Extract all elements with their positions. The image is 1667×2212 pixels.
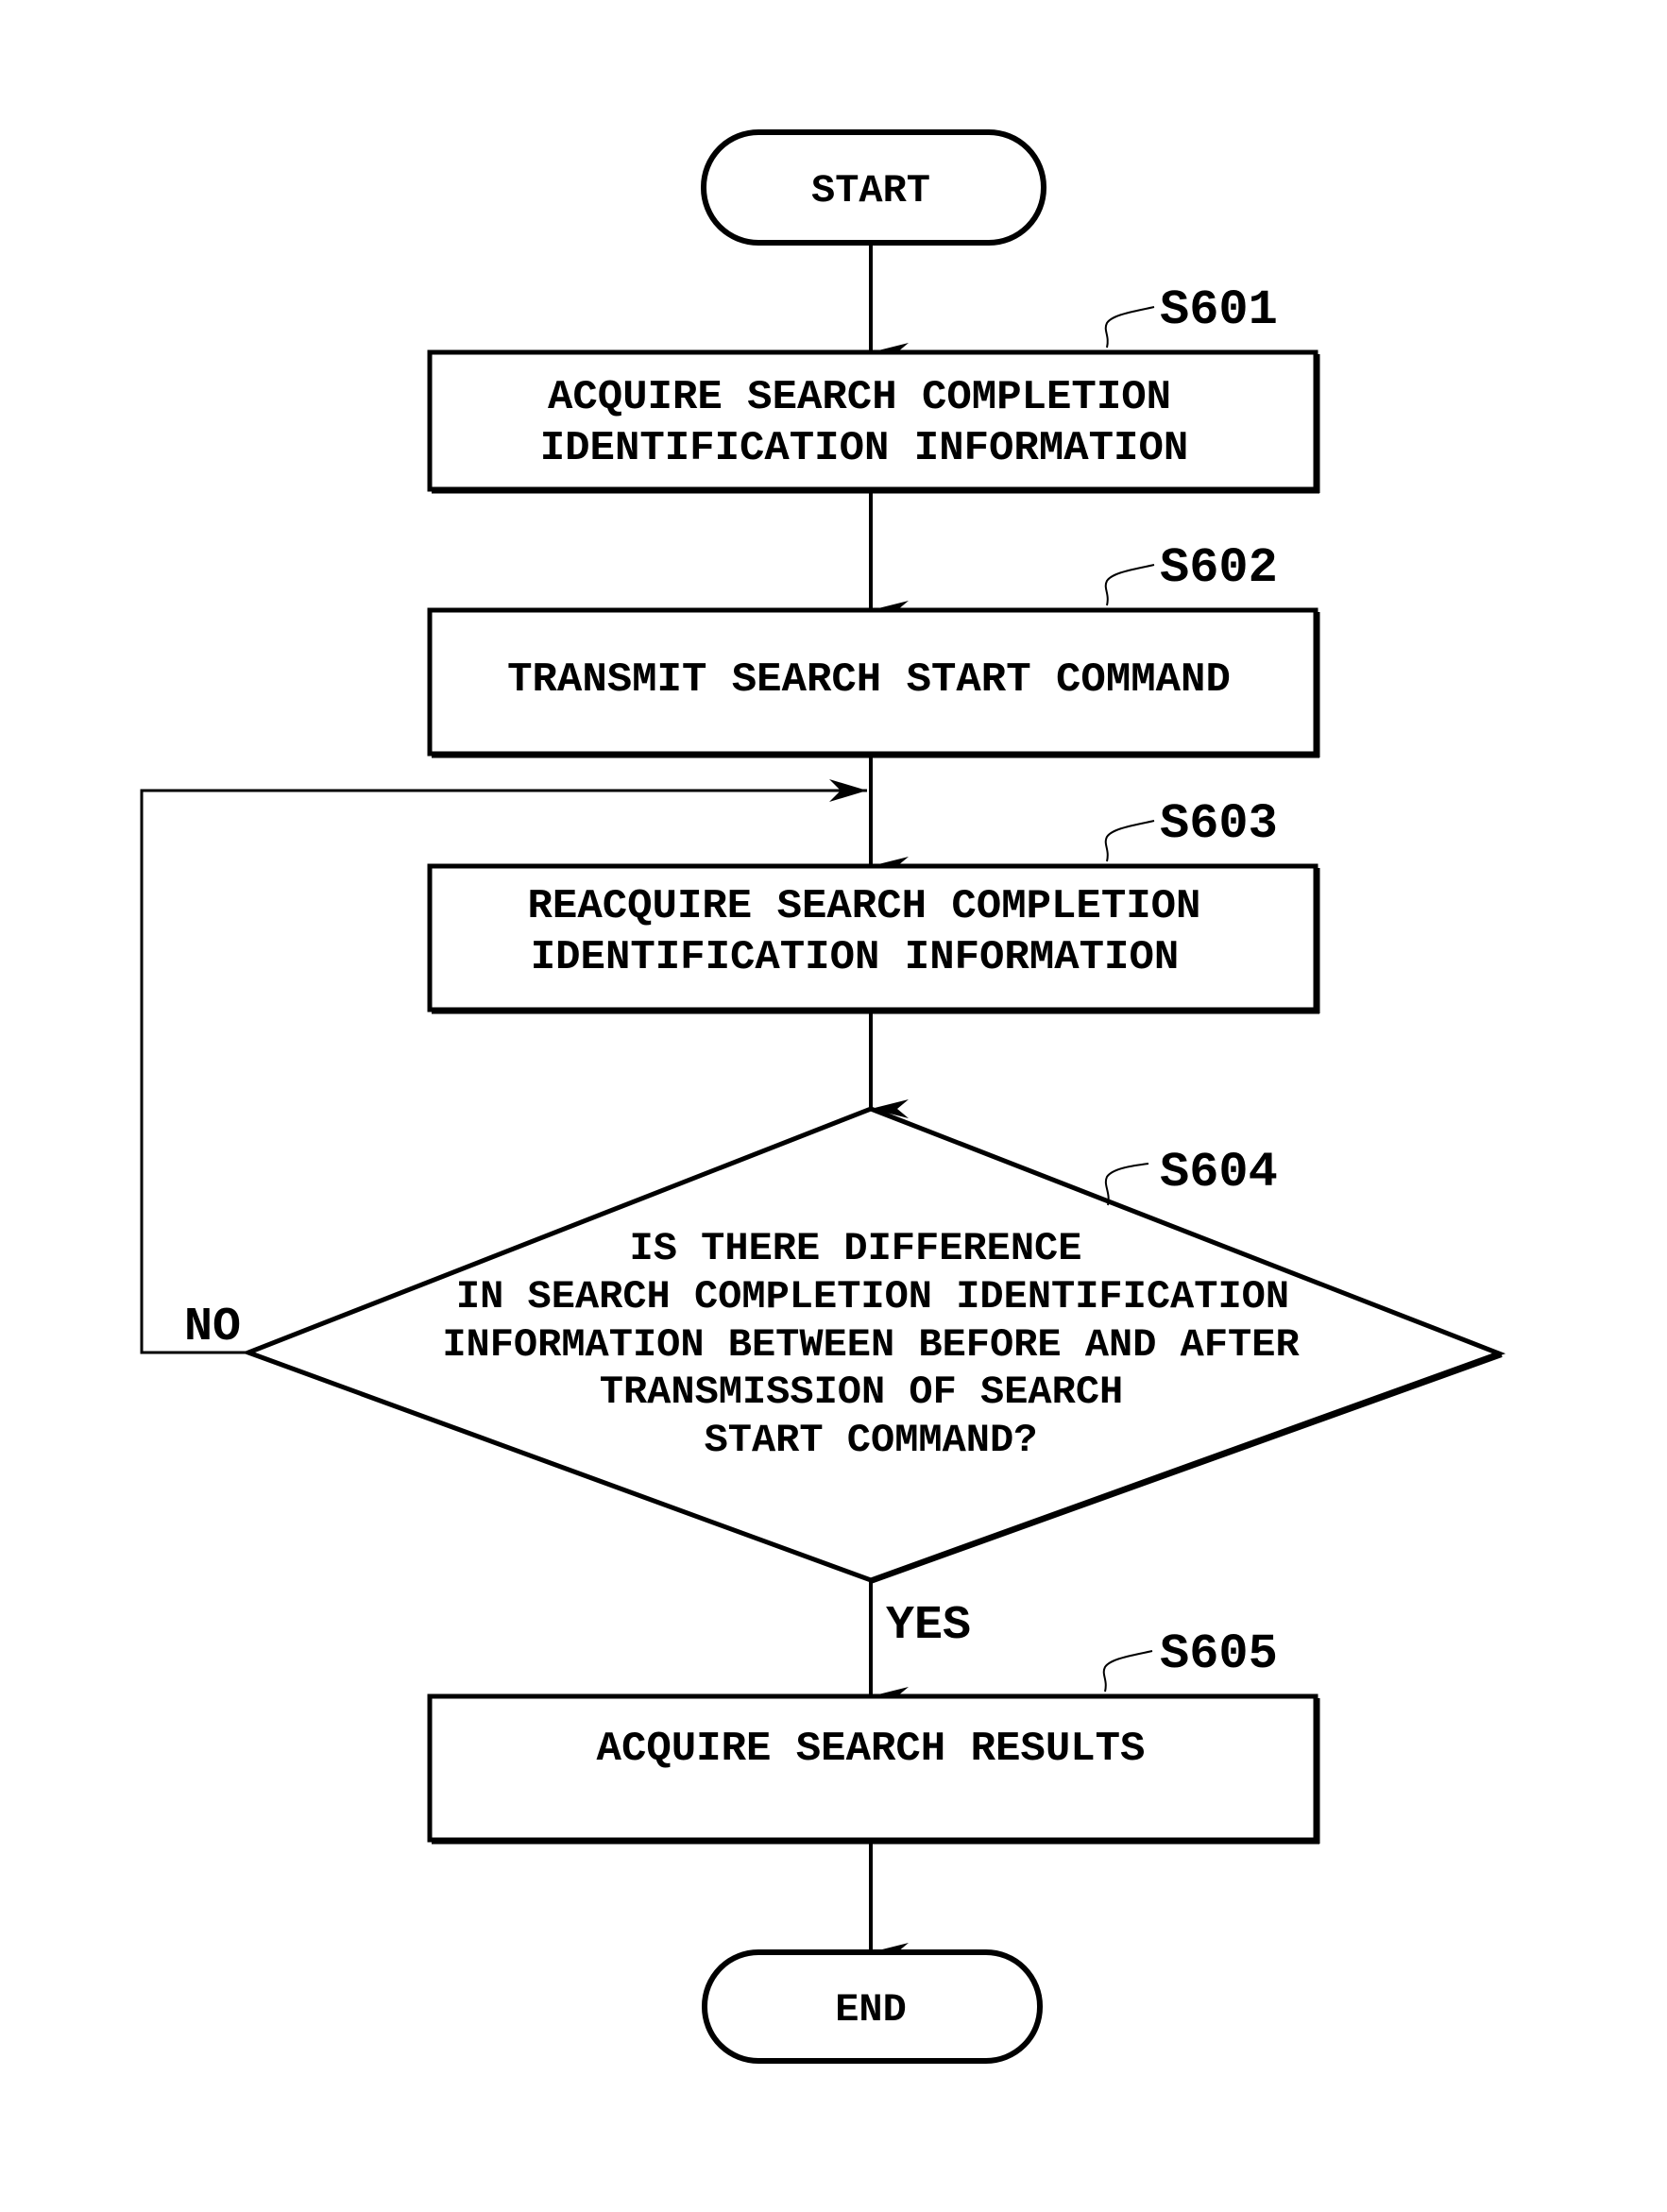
step-leader-s603 <box>1104 820 1155 862</box>
decision-s604-line-5: START COMMAND? <box>705 1418 1038 1463</box>
step-leader-s604 <box>1104 1163 1149 1206</box>
process-s603-line-2: IDENTIFICATION INFORMATION <box>531 934 1180 981</box>
no-branch-label: NO <box>184 1301 241 1354</box>
process-s601-line-2: IDENTIFICATION INFORMATION <box>540 425 1189 472</box>
end-terminator: END <box>702 1949 1043 2064</box>
yes-branch-label: YES <box>886 1599 971 1653</box>
end-label: END <box>835 1987 907 2033</box>
decision-s604-line-2: IN SEARCH COMPLETION IDENTIFICATION <box>456 1274 1289 1319</box>
process-s601: ACQUIRE SEARCH COMPLETION IDENTIFICATION… <box>427 282 1320 494</box>
decision-s604-line-3: INFORMATION BETWEEN BEFORE AND AFTER <box>442 1322 1300 1368</box>
decision-s604: IS THERE DIFFERENCE IN SEARCH COMPLETION… <box>241 1106 1506 1584</box>
start-label: START <box>811 168 930 213</box>
step-label-s601: S601 <box>1160 282 1278 338</box>
process-s605-line-1: ACQUIRE SEARCH RESULTS <box>597 1726 1146 1773</box>
process-s602-line-1: TRANSMIT SEARCH START COMMAND <box>507 656 1231 704</box>
flowchart-canvas: START ACQUIRE SEARCH COMPLETION IDENTIFI… <box>140 129 1506 2064</box>
process-s602: TRANSMIT SEARCH START COMMAND S602 <box>427 540 1320 758</box>
decision-s604-line-1: IS THERE DIFFERENCE <box>630 1226 1082 1271</box>
process-s605: ACQUIRE SEARCH RESULTS S605 <box>427 1626 1320 1845</box>
process-s603: REACQUIRE SEARCH COMPLETION IDENTIFICATI… <box>427 796 1320 1014</box>
step-leader-s602 <box>1104 564 1155 606</box>
step-label-s603: S603 <box>1160 796 1278 852</box>
process-s603-line-1: REACQUIRE SEARCH COMPLETION <box>528 883 1201 930</box>
step-label-s602: S602 <box>1160 540 1278 596</box>
decision-s604-line-4: TRANSMISSION OF SEARCH <box>600 1370 1124 1415</box>
step-label-s604: S604 <box>1160 1145 1278 1200</box>
step-leader-s605 <box>1102 1650 1153 1693</box>
start-terminator: START <box>701 129 1046 246</box>
step-leader-s601 <box>1104 306 1155 349</box>
step-label-s605: S605 <box>1160 1626 1278 1682</box>
process-s601-line-1: ACQUIRE SEARCH COMPLETION <box>548 374 1171 421</box>
